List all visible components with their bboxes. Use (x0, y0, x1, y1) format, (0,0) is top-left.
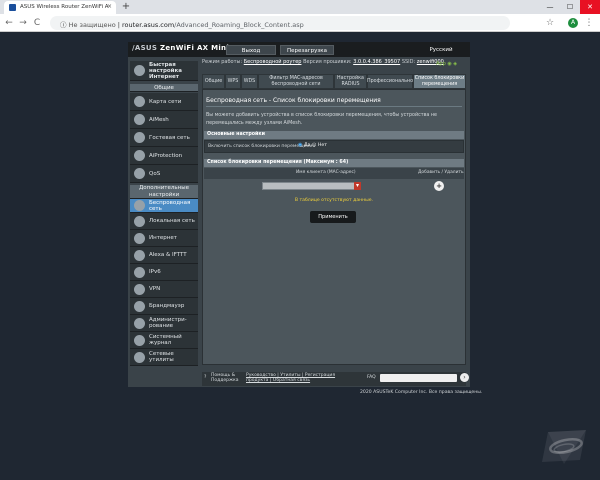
info-icon: ⓘ (60, 21, 69, 29)
wand-icon (134, 65, 145, 76)
firmware-version-link[interactable]: 3.0.0.4.386_39507 (353, 59, 400, 65)
sidebar-general-header: Общие (130, 84, 198, 92)
log-icon (134, 334, 145, 346)
back-arrow-icon[interactable]: ← (4, 17, 14, 29)
tools-icon (134, 351, 145, 363)
sidebar-item-guest-network[interactable]: Гостевая сеть (130, 129, 198, 147)
col-add-delete: Добавить / Удалить (418, 170, 464, 175)
client-dropdown-button[interactable]: ▾ (354, 182, 361, 190)
chevron-down-icon: ▾ (355, 182, 359, 189)
enable-roaming-block-row: Включить список блокировки перемещения (204, 140, 464, 153)
sidebar-item-network-map[interactable]: Карта сети (130, 93, 198, 111)
sidebar-item-qos[interactable]: QoS (130, 165, 198, 183)
title-divider (206, 106, 462, 107)
faq-search-input[interactable] (380, 374, 457, 382)
tab-professional[interactable]: Профессионально (367, 74, 413, 89)
forward-arrow-icon[interactable]: → (18, 17, 28, 29)
maximize-button[interactable]: ☐ (560, 0, 580, 14)
sidebar-advanced-header: Дополнительные настройки (130, 185, 198, 199)
sidebar-item-aiprotection[interactable]: AiProtection (130, 147, 198, 165)
ipv6-icon (134, 266, 145, 278)
page-description: Вы можете добавить устройства в список б… (206, 113, 437, 126)
bookmark-star-icon[interactable]: ☆ (545, 17, 555, 29)
sidebar-item-aimesh[interactable]: AiMesh (130, 111, 198, 129)
aimesh-icon (134, 114, 145, 125)
col-client-name: Имя клиента (MAC-адрес) (296, 170, 356, 175)
footer-links[interactable]: Руководство | Утилиты | Регистрация прод… (246, 373, 346, 384)
browser-tab-title: ASUS Wireless Router ZenWiFi A (20, 4, 109, 10)
security-indicator: Не защищено (68, 21, 116, 29)
radio-yes[interactable]: ◉ (298, 142, 302, 148)
tab-wds[interactable]: WDS (241, 74, 258, 89)
lan-icon (134, 215, 145, 227)
language-select[interactable]: Русский (420, 45, 462, 55)
close-window-button[interactable]: ✕ (580, 0, 600, 14)
admin-icon (134, 317, 145, 329)
asus-favicon-icon (9, 4, 16, 11)
apply-button[interactable]: Применить (310, 211, 356, 223)
sidebar-item-wireless[interactable]: Беспроводная сеть (130, 199, 198, 213)
empty-table-message: В таблице отсутствуют данные. (294, 198, 374, 203)
globe-icon (134, 232, 145, 244)
reboot-button[interactable]: Перезагрузка (280, 45, 334, 55)
sidebar-item-internet[interactable]: Интернет (130, 230, 198, 247)
logout-button[interactable]: Выход (226, 45, 276, 55)
router-logo: /ASUS ZenWiFi AX Mini (132, 44, 229, 52)
sidebar-quick-setup[interactable]: Быстрая настройка Интернет (130, 61, 198, 81)
wifi-icon (134, 200, 145, 211)
tab-close-icon[interactable]: × (107, 3, 112, 10)
sidebar-item-alexa-ifttt[interactable]: Alexa & IFTTT (130, 247, 198, 264)
sidebar-item-network-tools[interactable]: Сетевые утилиты (130, 349, 198, 366)
profile-avatar[interactable]: A (568, 18, 578, 28)
operation-mode-link[interactable]: Беспроводной роутер (244, 59, 302, 65)
url-host: router.asus.com (122, 21, 175, 29)
tab-radius[interactable]: Настройка RADIUS (334, 74, 367, 89)
reload-icon[interactable]: C (32, 17, 42, 29)
url-path: /Advanced_Roaming_Block_Content.asp (174, 21, 304, 29)
help-support-link[interactable]: Помощь & Поддержка (211, 373, 241, 384)
copyright: 2020 ASUSTeK Computer Inc. Все права защ… (360, 390, 483, 395)
window-controls: — ☐ ✕ (540, 0, 600, 14)
faq-search-button[interactable]: › (460, 373, 469, 382)
tab-roaming-block[interactable]: Список блокировки перемещения (413, 74, 466, 89)
sidebar-item-vpn[interactable]: VPN (130, 281, 198, 298)
asus-logo: /ASUS (132, 44, 158, 52)
shield-icon (134, 150, 145, 161)
sidebar-item-system-log[interactable]: Системный журнал (130, 332, 198, 349)
browser-tab[interactable]: ASUS Wireless Router ZenWiFi A × (4, 1, 116, 14)
tab-general[interactable]: Общие (202, 74, 225, 89)
basic-settings-header: Основные настройки (204, 131, 464, 139)
gecid-watermark (542, 430, 586, 464)
page-title: Беспроводная сеть - Список блокировки пе… (206, 97, 381, 104)
enable-radio-group: ◉ Да ○ Нет (298, 142, 327, 148)
faq-label: FAQ (367, 375, 376, 380)
url-field[interactable]: ⓘ Не защищено | router.asus.com/Advanced… (50, 16, 510, 30)
client-mac-input[interactable] (262, 182, 360, 190)
sidebar-item-firewall[interactable]: Брандмауэр (130, 298, 198, 315)
sidebar-item-administration[interactable]: Администри-рование (130, 315, 198, 332)
sidebar-item-lan[interactable]: Локальная сеть (130, 213, 198, 230)
firewall-icon (134, 300, 145, 312)
new-tab-button[interactable]: + (120, 1, 132, 13)
qos-icon (134, 168, 145, 179)
status-icons[interactable]: App ◉ ◈ (436, 61, 457, 67)
help-icon: ? (204, 375, 207, 380)
alexa-icon (134, 249, 145, 261)
list-table-header: Имя клиента (MAC-адрес) Добавить / Удали… (204, 168, 464, 179)
router-model: ZenWiFi AX Mini (160, 44, 230, 52)
network-map-icon (134, 96, 145, 107)
guest-icon (134, 132, 145, 143)
add-client-button[interactable]: + (434, 181, 444, 191)
tab-mac-filter[interactable]: Фильтр MAC-адресов беспроводной сети (258, 74, 334, 89)
radio-no[interactable]: ○ (312, 142, 316, 148)
vpn-icon (134, 283, 145, 295)
roaming-block-list-header: Список блокировки перемещения (Максимум … (204, 159, 464, 167)
router-status-bar: Режим работы: Беспроводной роутер Версия… (202, 59, 444, 65)
address-bar: ← → C ⓘ Не защищено | router.asus.com/Ad… (0, 14, 600, 32)
tab-wps[interactable]: WPS (225, 74, 241, 89)
minimize-button[interactable]: — (540, 0, 560, 14)
browser-menu-icon[interactable]: ⋮ (584, 17, 594, 29)
sidebar-item-ipv6[interactable]: IPv6 (130, 264, 198, 281)
